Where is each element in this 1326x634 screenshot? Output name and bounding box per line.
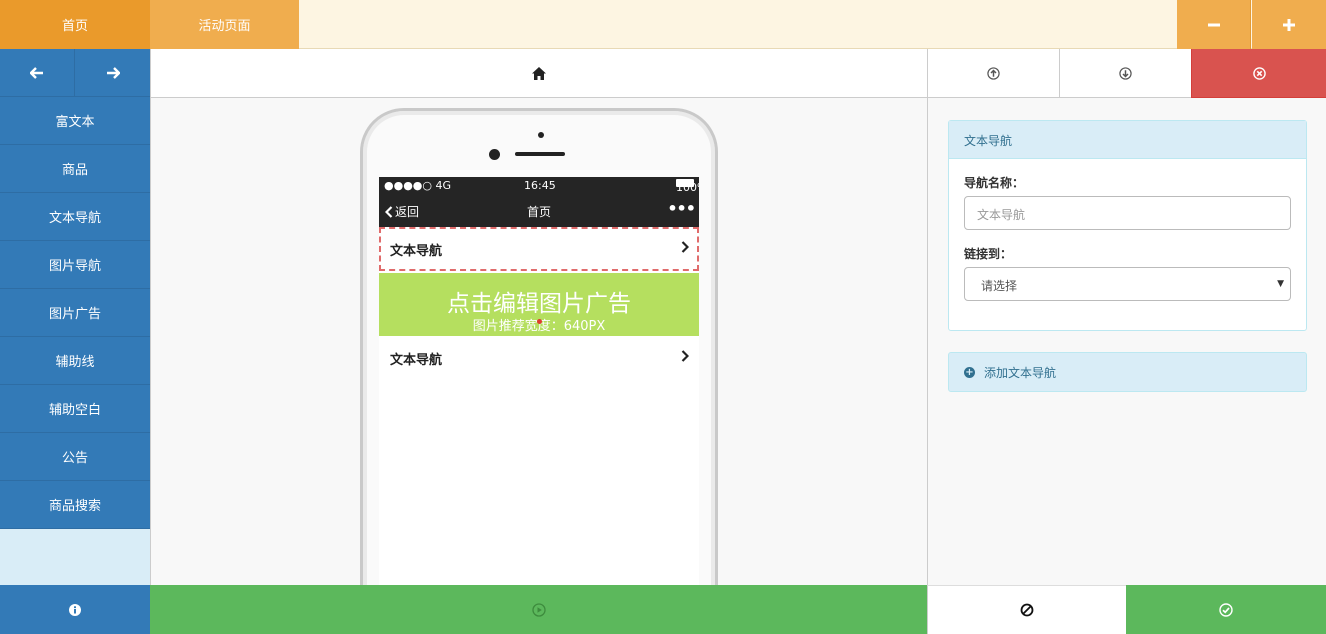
panel-title: 文本导航	[949, 121, 1306, 159]
link-to-label: 链接到：	[964, 247, 1013, 261]
image-ad-hint: 图片推荐宽度：640PX	[472, 319, 606, 334]
edit-panel-area: 文本导航 导航名称： 文本导航 链接到： 请选择 ▼ + 添加文本导航	[927, 98, 1326, 585]
home-icon	[532, 66, 546, 80]
phone-page-title: 首页	[526, 205, 551, 219]
component-goods-search[interactable]: 商品搜索	[0, 481, 150, 529]
minus-icon	[1207, 23, 1220, 26]
top-bar: 首页 活动页面	[0, 0, 1326, 49]
text-nav-item-selected[interactable]: 文本导航	[379, 227, 699, 271]
play-circle-icon	[531, 602, 546, 617]
phone-sensor	[538, 132, 544, 138]
cursor-dot	[537, 319, 542, 324]
component-blank-space[interactable]: 辅助空白	[0, 385, 150, 433]
tab-activity-page[interactable]: 活动页面	[150, 0, 299, 49]
cancel-button[interactable]	[927, 585, 1126, 634]
chevron-right-icon	[681, 241, 689, 253]
zoom-in-button[interactable]	[1252, 0, 1326, 49]
info-icon	[69, 603, 81, 616]
chevron-right-icon	[681, 350, 689, 362]
confirm-button[interactable]	[1126, 585, 1326, 634]
move-up-button[interactable]	[927, 49, 1059, 98]
image-ad-block[interactable]: 点击编辑图片广告 图片推荐宽度：640PX	[379, 273, 699, 336]
history-nav	[0, 49, 150, 97]
nav-name-input[interactable]: 文本导航	[964, 196, 1291, 230]
tab-home[interactable]: 首页	[0, 0, 150, 49]
component-image-nav[interactable]: 图片导航	[0, 241, 150, 289]
check-circle-icon	[1219, 602, 1233, 617]
ban-icon	[1020, 603, 1034, 617]
caret-down-icon: ▼	[1277, 279, 1284, 289]
plus-icon	[1283, 18, 1295, 31]
component-list: 富文本 商品 文本导航 图片导航 图片广告 辅助线 辅助空白 公告 商品搜索	[0, 97, 150, 529]
phone-frame: ●●●●○ 4G 16:45 100% 返回 首页 ••• 文本导航	[360, 108, 718, 585]
component-image-ad[interactable]: 图片广告	[0, 289, 150, 337]
component-text-nav[interactable]: 文本导航	[0, 193, 150, 241]
phone-speaker	[515, 152, 565, 156]
link-to-select[interactable]: 请选择 ▼	[964, 267, 1291, 301]
component-notice[interactable]: 公告	[0, 433, 150, 481]
home-header[interactable]	[150, 49, 927, 98]
component-goods[interactable]: 商品	[0, 145, 150, 193]
info-button[interactable]	[0, 585, 150, 634]
back-button[interactable]	[0, 49, 75, 97]
zoom-out-button[interactable]	[1177, 0, 1251, 49]
move-down-button[interactable]	[1059, 49, 1191, 98]
image-ad-title: 点击编辑图片广告	[447, 291, 631, 317]
more-icon[interactable]: •••	[667, 199, 696, 218]
component-rich-text[interactable]: 富文本	[0, 97, 150, 145]
text-nav-label: 文本导航	[390, 244, 443, 259]
signal-indicator: ●●●●○ 4G	[384, 179, 452, 192]
arrow-left-icon	[30, 67, 43, 79]
component-divider-line[interactable]: 辅助线	[0, 337, 150, 385]
battery-indicator: 100%	[676, 179, 699, 194]
status-time: 16:45	[524, 179, 556, 192]
arrow-circle-up-icon	[987, 66, 1000, 80]
close-circle-icon	[1252, 66, 1266, 80]
arrow-circle-down-icon	[1119, 66, 1132, 80]
delete-button[interactable]	[1191, 49, 1326, 98]
phone-status-bar: ●●●●○ 4G 16:45 100%	[379, 177, 699, 195]
preview-canvas: ●●●●○ 4G 16:45 100% 返回 首页 ••• 文本导航	[150, 98, 927, 585]
phone-camera	[489, 149, 500, 160]
arrow-right-icon	[106, 67, 120, 79]
phone-nav-bar: 返回 首页 •••	[379, 195, 699, 227]
nav-name-label: 导航名称：	[964, 176, 1025, 190]
add-text-nav-button[interactable]: + 添加文本导航	[948, 352, 1307, 392]
battery-percent: 100%	[676, 181, 699, 194]
link-to-selected: 请选择	[981, 279, 1018, 293]
preview-button[interactable]	[150, 585, 927, 634]
text-nav-label: 文本导航	[390, 353, 443, 368]
forward-button[interactable]	[75, 49, 150, 97]
plus-circle-icon: +	[964, 366, 975, 378]
phone-screen: ●●●●○ 4G 16:45 100% 返回 首页 ••• 文本导航	[379, 177, 699, 585]
component-sidebar: 富文本 商品 文本导航 图片导航 图片广告 辅助线 辅助空白 公告 商品搜索	[0, 49, 150, 634]
add-text-nav-label: 添加文本导航	[984, 365, 1057, 380]
text-nav-item[interactable]: 文本导航	[379, 336, 699, 380]
text-nav-edit-panel: 文本导航 导航名称： 文本导航 链接到： 请选择 ▼	[948, 120, 1307, 331]
